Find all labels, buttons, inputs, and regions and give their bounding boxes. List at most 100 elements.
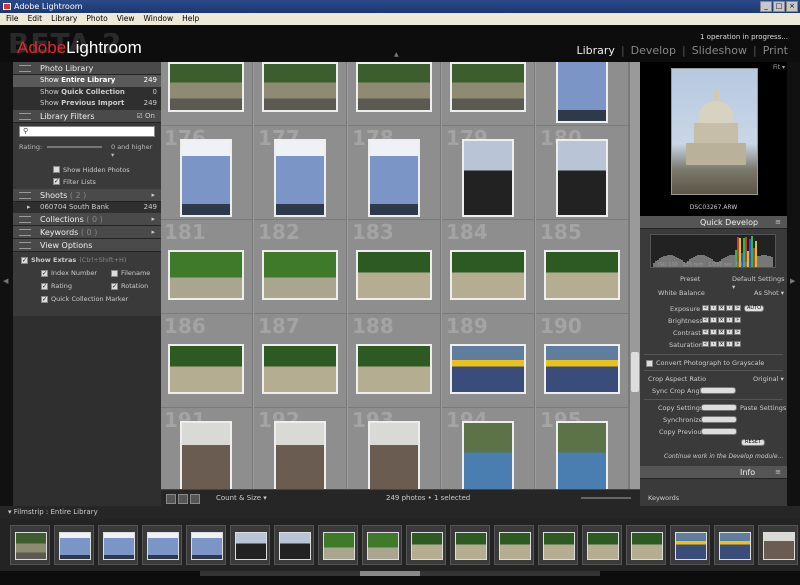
keywords-arrow-icon[interactable]: ▸ (151, 226, 155, 239)
filename-checkbox[interactable]: Filename (111, 269, 150, 277)
grid-cell[interactable]: 188 (348, 314, 441, 408)
show-previous-import[interactable]: Show Previous Import 249 (13, 98, 161, 110)
filmstrip[interactable] (0, 519, 800, 571)
grid-cell[interactable]: 184 (442, 220, 535, 314)
library-filters-header[interactable]: Library Filters ☑ On (13, 109, 161, 123)
photo-thumbnail[interactable] (462, 421, 514, 489)
grid-cell[interactable]: 180 (536, 126, 629, 220)
panel-menu-icon[interactable]: ≡ (775, 216, 781, 229)
info-header[interactable]: Info ≡ (640, 466, 787, 479)
navigator-preview-image[interactable] (671, 68, 758, 195)
continue-develop-link[interactable]: Continue work in the Develop module... (664, 453, 783, 460)
photo-thumbnail[interactable] (262, 62, 338, 112)
synchronize-button[interactable] (701, 416, 737, 423)
search-input[interactable]: ⚲ (19, 125, 155, 137)
loupe-view-icon[interactable] (178, 494, 188, 504)
module-library[interactable]: Library (576, 44, 614, 57)
filmstrip-thumbnail[interactable] (758, 525, 798, 565)
grid-cell[interactable]: 183 (348, 220, 441, 314)
collapse-left-arrow-icon[interactable]: ◀ (3, 277, 8, 285)
filmstrip-thumbnail[interactable] (230, 525, 270, 565)
menu-view[interactable]: View (117, 13, 135, 25)
filmstrip-scroll-thumb[interactable] (360, 571, 420, 576)
grid-cell[interactable]: 178 (348, 126, 441, 220)
filter-lists-checkbox[interactable]: ✓ Filter Lists (53, 178, 96, 186)
filmstrip-thumbnail[interactable] (450, 525, 490, 565)
menu-help[interactable]: Help (182, 13, 199, 25)
filmstrip-thumbnail[interactable] (494, 525, 534, 565)
photo-thumbnail[interactable] (356, 344, 432, 394)
module-print[interactable]: Print (763, 44, 788, 57)
crop-aspect-dropdown[interactable]: Original ▾ (753, 375, 784, 383)
grid-cell[interactable]: 187 (254, 314, 347, 408)
photo-thumbnail[interactable] (356, 62, 432, 112)
module-develop[interactable]: Develop (631, 44, 676, 57)
filmstrip-thumbnail[interactable] (54, 525, 94, 565)
keywords-header[interactable]: Keywords ( 0 ) ▸ (13, 226, 161, 239)
white-balance-dropdown[interactable]: As Shot ▾ (754, 289, 784, 297)
grid-cell[interactable]: 195 (536, 408, 629, 489)
grid-cell[interactable]: 177 (254, 126, 347, 220)
reset-button[interactable]: RESET (741, 439, 765, 446)
rating-checkbox[interactable]: ✓ Rating (41, 282, 72, 290)
expand-triangle-icon[interactable]: ▸ (27, 202, 31, 214)
grid-cell[interactable]: 193 (348, 408, 441, 489)
menu-window[interactable]: Window (144, 13, 174, 25)
menu-library[interactable]: Library (51, 13, 77, 25)
grid-cell[interactable]: 176 (161, 126, 253, 220)
photo-thumbnail[interactable] (368, 139, 420, 217)
grid-cell[interactable]: 194 (442, 408, 535, 489)
quick-develop-header[interactable]: Quick Develop ≡ (640, 216, 787, 229)
filmstrip-collapse-icon[interactable]: ▾ (8, 508, 12, 516)
photo-thumbnail[interactable] (262, 250, 338, 300)
photo-thumbnail[interactable] (356, 250, 432, 300)
saturation-buttons[interactable]: «‹ × ›» (702, 341, 741, 347)
grid-cell[interactable]: 189 (442, 314, 535, 408)
grid-cell[interactable]: 190 (536, 314, 629, 408)
photo-thumbnail[interactable] (368, 421, 420, 489)
collections-header[interactable]: Collections ( 0 ) ▸ (13, 213, 161, 226)
grid-cell[interactable]: 179 (442, 126, 535, 220)
module-slideshow[interactable]: Slideshow (692, 44, 747, 57)
photo-thumbnail[interactable] (180, 139, 232, 217)
filmstrip-thumbnail[interactable] (318, 525, 358, 565)
menu-edit[interactable]: Edit (28, 13, 43, 25)
grid-cell[interactable]: 192 (254, 408, 347, 489)
filmstrip-thumbnail[interactable] (142, 525, 182, 565)
auto-button[interactable]: AUTO (744, 305, 764, 312)
shoots-arrow-icon[interactable]: ▸ (151, 189, 155, 202)
grid-cell[interactable]: 182 (254, 220, 347, 314)
photo-thumbnail[interactable] (168, 250, 244, 300)
filmstrip-thumbnail[interactable] (582, 525, 622, 565)
thumbnail-grid[interactable]: 176 177 178 179 180 181 182 183 184 185 186 187 188 1… (161, 62, 629, 489)
filmstrip-thumbnail[interactable] (538, 525, 578, 565)
sort-dropdown[interactable]: Count & Size ▾ (216, 494, 267, 502)
grid-cell[interactable]: 185 (536, 220, 629, 314)
show-quick-collection[interactable]: Show Quick Collection 0 (13, 87, 161, 99)
photo-thumbnail[interactable] (556, 421, 608, 489)
qc-marker-checkbox[interactable]: ✓ Quick Collection Marker (41, 295, 128, 303)
photo-thumbnail[interactable] (450, 344, 526, 394)
right-edge[interactable]: ▶ (787, 62, 800, 506)
grid-cell[interactable] (161, 62, 253, 126)
filmstrip-thumbnail[interactable] (274, 525, 314, 565)
photo-thumbnail[interactable] (262, 344, 338, 394)
view-options-header[interactable]: View Options (13, 239, 161, 252)
photo-thumbnail[interactable] (544, 344, 620, 394)
photo-thumbnail[interactable] (450, 250, 526, 300)
photo-thumbnail[interactable] (462, 139, 514, 217)
filmstrip-thumbnail[interactable] (186, 525, 226, 565)
grid-cell[interactable] (536, 62, 629, 126)
photo-thumbnail[interactable] (180, 421, 232, 489)
filters-on-toggle[interactable]: ☑ On (137, 110, 155, 123)
sync-crop-button[interactable] (700, 387, 736, 394)
close-button[interactable]: × (786, 1, 798, 12)
show-extras-checkbox[interactable]: ✓ Show Extras (Ctrl+Shift+H) (21, 256, 126, 264)
photo-thumbnail[interactable] (274, 139, 326, 217)
index-number-checkbox[interactable]: ✓ Index Number (41, 269, 97, 277)
filmstrip-thumbnail[interactable] (362, 525, 402, 565)
collections-arrow-icon[interactable]: ▸ (151, 213, 155, 226)
compare-view-icon[interactable] (190, 494, 200, 504)
shoots-header[interactable]: Shoots ( 2 ) ▸ (13, 188, 161, 202)
collapse-top-arrow-icon[interactable]: ▲ (394, 51, 399, 58)
